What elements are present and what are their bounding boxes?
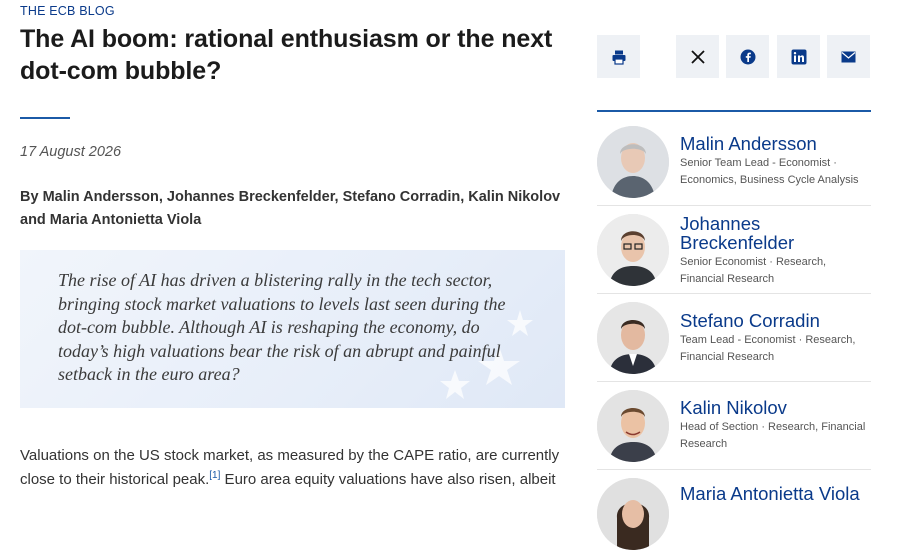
author-info: Johannes Breckenfelder Senior Economist … — [680, 214, 870, 288]
author-info: Stefano Corradin Team Lead - Economist ·… — [680, 311, 870, 366]
share-bar — [597, 0, 871, 112]
article-main: THE ECB BLOG The AI boom: rational enthu… — [20, 0, 565, 492]
avatar — [597, 390, 669, 462]
author-name[interactable]: Malin Andersson — [680, 134, 870, 153]
share-email-button[interactable] — [827, 35, 870, 78]
lead-quote-text: The rise of AI has driven a blistering r… — [58, 270, 506, 384]
author-role: Senior Economist · Research, Financial R… — [680, 256, 827, 285]
print-icon — [612, 50, 625, 65]
author-card[interactable]: Kalin Nikolov Head of Section · Research… — [597, 382, 871, 470]
linkedin-icon — [791, 49, 806, 64]
author-name[interactable]: Maria Antonietta Viola — [680, 484, 870, 503]
share-facebook-button[interactable] — [726, 35, 769, 78]
body-text-part2: Euro area equity valuations have also ri… — [220, 471, 556, 488]
share-x-button[interactable] — [676, 35, 719, 78]
facebook-icon — [740, 49, 755, 64]
avatar — [597, 214, 669, 286]
author-byline: By Malin Andersson, Johannes Breckenfeld… — [20, 189, 561, 228]
publication-date: 17 August 2026 — [20, 144, 122, 160]
author-role: Head of Section · Research, Financial Re… — [680, 421, 866, 450]
sidebar: Malin Andersson Senior Team Lead - Econo… — [597, 0, 871, 557]
avatar — [597, 302, 669, 374]
share-linkedin-button[interactable] — [777, 35, 820, 78]
avatar — [597, 126, 669, 198]
email-icon — [841, 51, 856, 62]
x-icon — [690, 49, 705, 64]
author-name[interactable]: Johannes Breckenfelder — [680, 214, 870, 252]
author-info: Kalin Nikolov Head of Section · Research… — [680, 398, 870, 453]
author-name[interactable]: Kalin Nikolov — [680, 398, 870, 417]
author-info: Malin Andersson Senior Team Lead - Econo… — [680, 134, 870, 189]
article-body-paragraph: Valuations on the US stock market, as me… — [20, 444, 565, 492]
author-card[interactable]: Malin Andersson Senior Team Lead - Econo… — [597, 112, 871, 206]
author-info: Maria Antonietta Viola — [680, 484, 870, 505]
author-card[interactable]: Stefano Corradin Team Lead - Economist ·… — [597, 294, 871, 382]
author-role: Senior Team Lead - Economist · Economics… — [680, 157, 859, 186]
avatar — [597, 478, 669, 550]
print-button[interactable] — [597, 35, 640, 78]
blog-kicker[interactable]: THE ECB BLOG — [20, 3, 565, 19]
lead-quote-box: The rise of AI has driven a blistering r… — [20, 250, 565, 408]
article-title: The AI boom: rational enthusiasm or the … — [20, 25, 553, 85]
title-divider — [20, 117, 70, 119]
author-card[interactable]: Maria Antonietta Viola — [597, 470, 871, 557]
author-card[interactable]: Johannes Breckenfelder Senior Economist … — [597, 206, 871, 294]
author-name[interactable]: Stefano Corradin — [680, 311, 870, 330]
footnote-link[interactable]: [1] — [209, 470, 220, 481]
author-role: Team Lead - Economist · Research, Financ… — [680, 334, 856, 363]
